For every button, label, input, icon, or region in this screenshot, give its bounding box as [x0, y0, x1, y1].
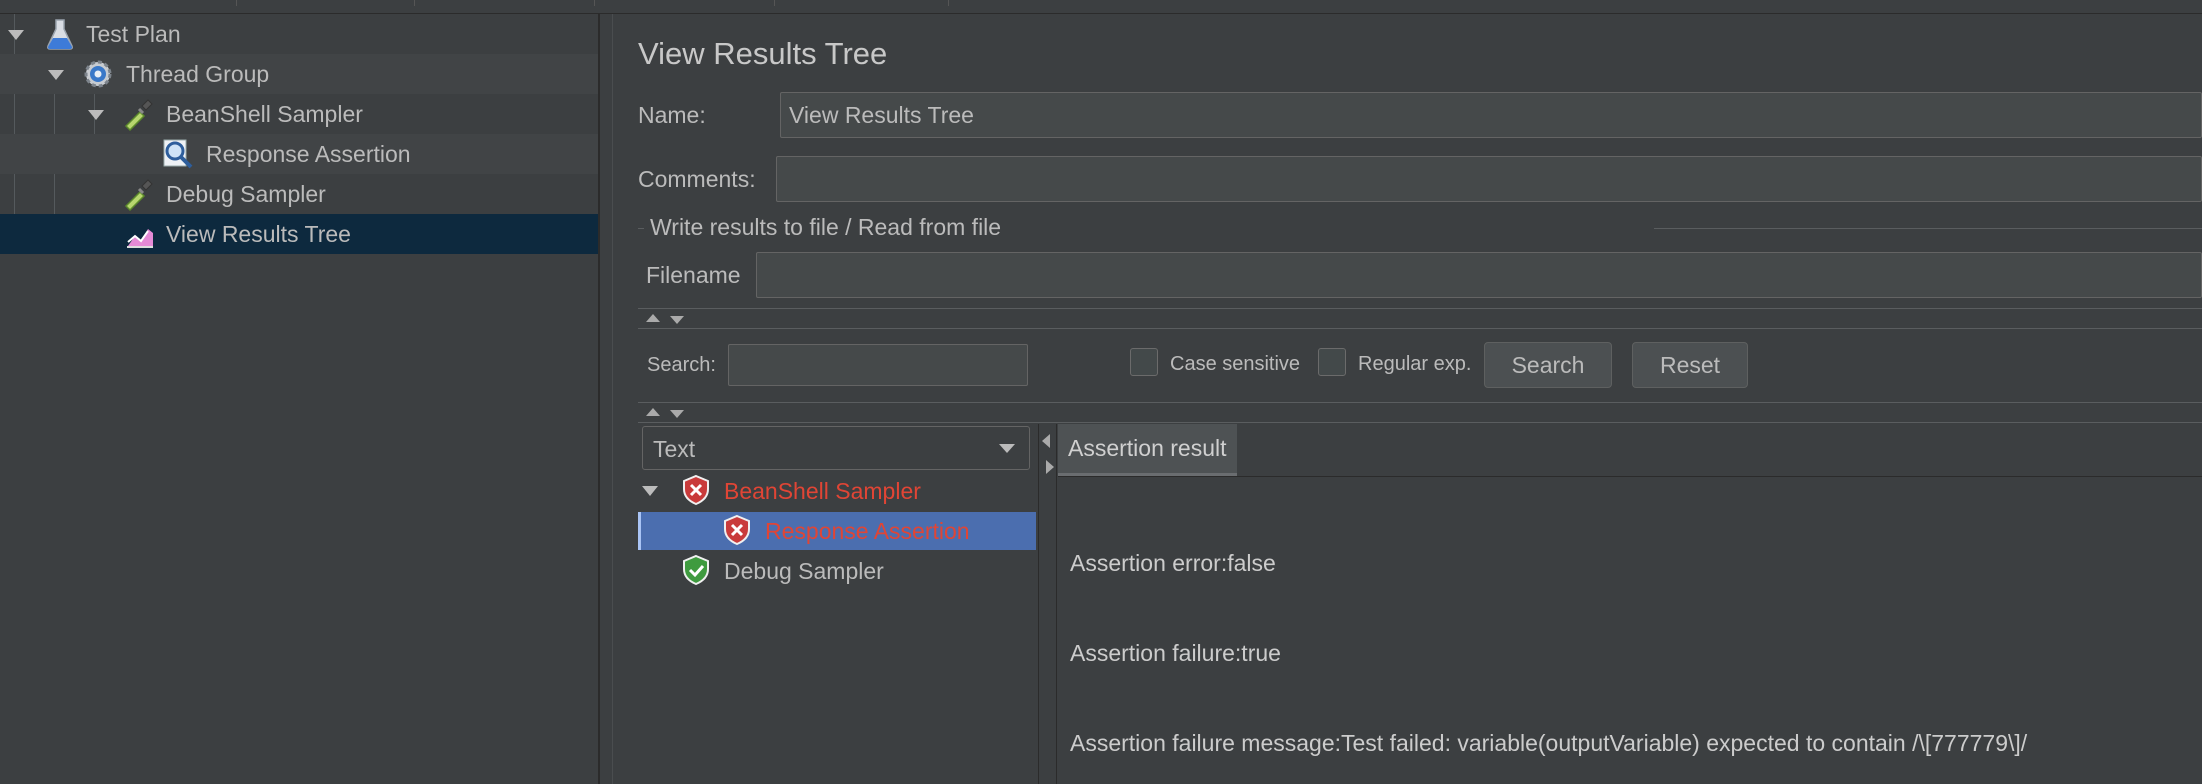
- tree-item-label: View Results Tree: [166, 221, 351, 247]
- result-item-beanshell-sampler[interactable]: BeanShell Sampler: [638, 472, 1036, 510]
- detail-border: [1056, 424, 1057, 784]
- results-tree: BeanShell Sampler Response Assertion Deb…: [638, 472, 1036, 784]
- results-splitter[interactable]: [1038, 424, 1039, 784]
- assertion-line: Assertion failure:true: [1070, 640, 1281, 666]
- panel-title: View Results Tree: [638, 36, 888, 71]
- chevron-down-icon: [999, 444, 1015, 453]
- result-item-debug-sampler[interactable]: Debug Sampler: [638, 552, 1036, 590]
- result-item-label: Debug Sampler: [724, 558, 884, 584]
- tree-item-view-results-tree[interactable]: View Results Tree: [0, 214, 598, 254]
- view-results-tree-panel: View Results Tree Name: View Results Tre…: [614, 14, 2202, 784]
- assertion-result-text[interactable]: Assertion error:false Assertion failure:…: [1070, 488, 2200, 778]
- expand-toggle-icon[interactable]: [8, 30, 24, 40]
- search-label: Search:: [647, 354, 716, 376]
- split-divider: [638, 328, 2202, 329]
- reset-button[interactable]: Reset: [1632, 342, 1748, 388]
- tree-item-thread-group[interactable]: Thread Group: [0, 54, 598, 94]
- renderer-select-value: Text: [653, 436, 696, 462]
- file-group-border: [638, 228, 644, 229]
- splitter[interactable]: [598, 14, 600, 784]
- collapse-up-icon[interactable]: [646, 314, 660, 322]
- tree-item-response-assertion[interactable]: Response Assertion: [0, 134, 598, 174]
- tree-item-debug-sampler[interactable]: Debug Sampler: [0, 174, 598, 214]
- result-item-response-assertion[interactable]: Response Assertion: [638, 512, 1036, 550]
- tab-assertion-result[interactable]: Assertion result: [1058, 424, 1237, 476]
- tree-item-label: Test Plan: [86, 21, 181, 47]
- pipette-icon: [120, 176, 156, 212]
- flask-icon: [42, 16, 78, 52]
- tree-item-label: Debug Sampler: [166, 181, 326, 207]
- tree-item-label: BeanShell Sampler: [166, 101, 363, 127]
- panel-border: [612, 14, 613, 784]
- magnifier-icon: [160, 136, 196, 172]
- expand-toggle-icon[interactable]: [88, 110, 104, 120]
- regular-exp-label: Regular exp.: [1358, 353, 1472, 375]
- split-divider: [638, 402, 2202, 403]
- file-group-border: [1654, 228, 2202, 229]
- tree-item-test-plan[interactable]: Test Plan: [0, 14, 598, 54]
- chart-icon: [124, 218, 160, 254]
- expand-toggle-icon[interactable]: [642, 486, 658, 496]
- error-shield-icon: [680, 474, 712, 506]
- collapse-down-icon[interactable]: [670, 316, 684, 324]
- gear-icon: [80, 56, 116, 92]
- regular-exp-checkbox[interactable]: [1318, 348, 1346, 376]
- assertion-line: Assertion error:false: [1070, 550, 1276, 576]
- case-sensitive-checkbox[interactable]: [1130, 348, 1158, 376]
- tab-underline: [1058, 476, 2202, 477]
- name-label: Name:: [638, 102, 706, 128]
- search-input[interactable]: [728, 344, 1028, 386]
- name-field[interactable]: View Results Tree: [780, 92, 2202, 138]
- success-shield-icon: [680, 554, 712, 586]
- filename-label: Filename: [646, 262, 741, 288]
- file-group-title: Write results to file / Read from file: [650, 214, 1002, 240]
- filename-field[interactable]: [756, 252, 2202, 298]
- collapse-down-icon[interactable]: [670, 410, 684, 418]
- search-button[interactable]: Search: [1484, 342, 1612, 388]
- renderer-select[interactable]: Text: [642, 426, 1030, 470]
- result-item-label: Response Assertion: [765, 518, 970, 544]
- split-divider: [638, 308, 2202, 309]
- assertion-line: Assertion failure message:Test failed: v…: [1070, 730, 2028, 756]
- error-shield-icon: [721, 514, 753, 546]
- expand-toggle-icon[interactable]: [48, 70, 64, 80]
- collapse-up-icon[interactable]: [646, 408, 660, 416]
- comments-field[interactable]: [776, 156, 2202, 202]
- tree-item-label: Thread Group: [126, 61, 270, 87]
- tree-item-label: Response Assertion: [206, 141, 411, 167]
- pipette-icon: [120, 96, 156, 132]
- comments-label: Comments:: [638, 166, 756, 192]
- top-toolbar-strip: [0, 0, 2202, 14]
- collapse-right-icon[interactable]: [1046, 460, 1054, 474]
- result-item-label: BeanShell Sampler: [724, 478, 921, 504]
- split-divider: [638, 422, 2202, 423]
- test-plan-tree: Test Plan Thread Group BeanShell Sampler…: [0, 14, 600, 784]
- case-sensitive-label: Case sensitive: [1170, 353, 1301, 375]
- collapse-left-icon[interactable]: [1042, 434, 1050, 448]
- tree-item-beanshell-sampler[interactable]: BeanShell Sampler: [0, 94, 598, 134]
